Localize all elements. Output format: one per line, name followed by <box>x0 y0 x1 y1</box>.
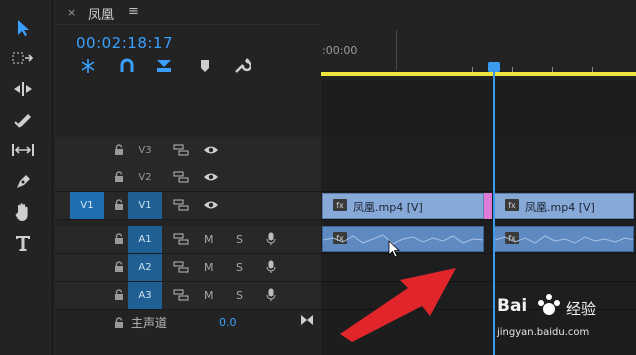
watermark-url: jingyan.baidu.com <box>497 327 590 338</box>
track-target-a1[interactable]: A1 <box>128 226 162 253</box>
transition-marker[interactable] <box>484 193 492 219</box>
sync-lock-icon[interactable] <box>173 233 189 245</box>
tab-divider <box>55 24 320 25</box>
lock-icon[interactable] <box>113 289 125 301</box>
eye-icon[interactable] <box>203 199 219 211</box>
mic-icon[interactable] <box>266 260 276 274</box>
eye-icon[interactable] <box>203 144 219 156</box>
source-patch-v1[interactable]: V1 <box>70 192 104 219</box>
sync-lock-icon[interactable] <box>173 199 189 211</box>
audio-clip[interactable]: fx <box>494 226 634 252</box>
panel-menu-icon[interactable]: ≡ <box>128 4 139 19</box>
solo-button[interactable]: S <box>236 261 243 274</box>
lock-icon[interactable] <box>113 317 125 329</box>
track-target-v1[interactable]: V1 <box>128 192 162 219</box>
solo-button[interactable]: S <box>236 289 243 302</box>
track-target-a3[interactable]: A3 <box>128 282 162 309</box>
sync-lock-icon[interactable] <box>173 144 189 156</box>
clip-label: 凤凰.mp4 [V] <box>525 201 595 214</box>
track-lane-v2[interactable] <box>321 164 636 192</box>
watermark-brand: Bai <box>497 296 528 316</box>
clip-label: 凤凰.mp4 [V] <box>353 201 423 214</box>
track-target-a2[interactable]: A2 <box>128 254 162 281</box>
selection-tool-icon[interactable] <box>8 16 38 40</box>
fx-badge: fx <box>333 199 347 211</box>
track-lane-v3[interactable] <box>321 137 636 165</box>
master-track-label: 主声道 <box>131 316 168 330</box>
mute-button[interactable]: M <box>204 233 214 246</box>
pen-icon[interactable] <box>8 170 38 194</box>
lock-icon[interactable] <box>113 233 125 245</box>
mute-button[interactable]: M <box>204 289 214 302</box>
annotation-arrow <box>340 268 456 342</box>
video-clip[interactable]: fx 凤凰.mp4 [V] <box>494 193 634 219</box>
mouse-cursor-icon <box>388 240 400 258</box>
ruler-start-label: :00:00 <box>322 44 358 57</box>
panel-close-button[interactable]: × <box>67 6 76 19</box>
bowtie-icon[interactable] <box>300 314 314 326</box>
lock-icon[interactable] <box>113 144 125 156</box>
lock-icon[interactable] <box>113 171 125 183</box>
eye-icon[interactable] <box>203 171 219 183</box>
ruler-tick <box>396 30 397 70</box>
master-volume-value[interactable]: 0.0 <box>219 316 237 329</box>
sync-lock-icon[interactable] <box>173 171 189 183</box>
type-icon[interactable] <box>8 231 38 255</box>
hand-icon[interactable] <box>8 200 38 224</box>
solo-button[interactable]: S <box>236 233 243 246</box>
video-clip[interactable]: fx 凤凰.mp4 [V] <box>322 193 484 219</box>
work-area-bar[interactable] <box>321 72 636 76</box>
baidu-watermark-logo <box>538 294 560 315</box>
track-select-icon[interactable] <box>8 46 38 70</box>
track-target-v2[interactable]: V2 <box>128 164 162 191</box>
linked-selection-icon[interactable] <box>117 56 137 76</box>
sync-lock-icon[interactable] <box>173 261 189 273</box>
watermark-brand-cn: 经验 <box>566 300 597 318</box>
fx-badge: fx <box>505 199 519 211</box>
audio-clip[interactable]: fx <box>322 226 484 252</box>
audio-waveform <box>323 234 483 245</box>
snap-icon[interactable] <box>78 56 98 76</box>
tools-panel <box>0 0 53 355</box>
slip-icon[interactable] <box>8 138 38 162</box>
track-target-v3[interactable]: V3 <box>128 137 162 164</box>
mic-icon[interactable] <box>266 232 276 246</box>
ripple-edit-icon[interactable] <box>8 77 38 101</box>
insert-overwrite-icon[interactable] <box>154 56 174 76</box>
sync-lock-icon[interactable] <box>173 289 189 301</box>
playhead-timecode[interactable]: 00:02:18:17 <box>76 34 173 52</box>
marker-icon[interactable] <box>195 56 215 76</box>
razor-icon[interactable] <box>8 107 38 131</box>
sequence-tab-title[interactable]: 凤凰 <box>88 4 114 23</box>
mute-button[interactable]: M <box>204 261 214 274</box>
lock-icon[interactable] <box>113 261 125 273</box>
audio-waveform <box>495 235 633 244</box>
lock-icon[interactable] <box>113 199 125 211</box>
settings-wrench-icon[interactable] <box>232 56 252 76</box>
mic-icon[interactable] <box>266 288 276 302</box>
